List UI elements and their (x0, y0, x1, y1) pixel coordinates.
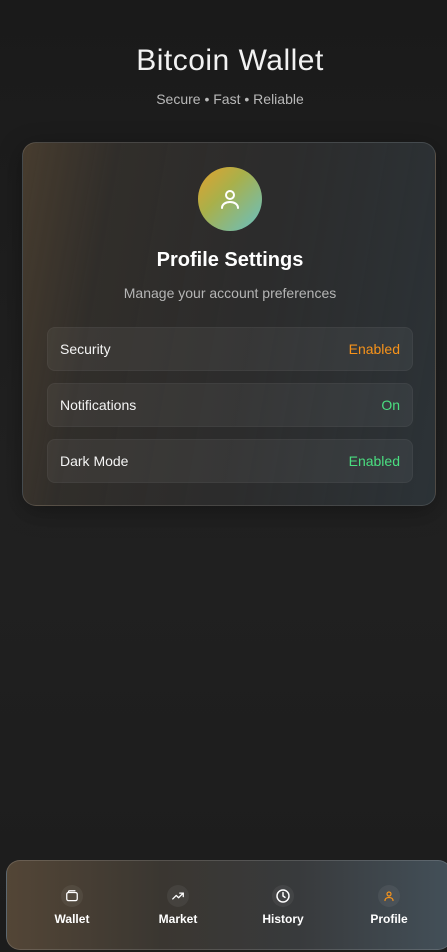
profile-avatar (198, 167, 262, 231)
setting-label: Security (60, 341, 111, 357)
clock-icon (272, 885, 294, 907)
nav-label: Market (158, 912, 198, 926)
bottom-nav: Wallet Market History Profile (6, 860, 447, 950)
wallet-icon (61, 885, 83, 907)
settings-list: Security Enabled Notifications On Dark M… (47, 327, 413, 495)
setting-row-dark-mode[interactable]: Dark Mode Enabled (47, 439, 413, 483)
trending-up-icon (167, 885, 189, 907)
profile-settings-card: Profile Settings Manage your account pre… (22, 142, 436, 506)
app-tagline: Secure • Fast • Reliable (156, 91, 304, 107)
setting-label: Dark Mode (60, 453, 129, 469)
app-title: Bitcoin Wallet (136, 44, 324, 77)
setting-value: On (381, 397, 400, 413)
setting-value: Enabled (348, 341, 400, 357)
card-title: Profile Settings (156, 249, 304, 271)
setting-row-notifications[interactable]: Notifications On (47, 383, 413, 427)
user-icon (378, 885, 400, 907)
nav-item-wallet[interactable]: Wallet (32, 885, 112, 929)
setting-row-security[interactable]: Security Enabled (47, 327, 413, 371)
nav-label: History (262, 912, 304, 926)
card-subtitle: Manage your account preferences (123, 285, 337, 301)
setting-label: Notifications (60, 397, 137, 413)
nav-item-market[interactable]: Market (138, 885, 218, 929)
nav-item-history[interactable]: History (243, 885, 323, 929)
nav-label: Profile (370, 912, 408, 926)
nav-label: Wallet (54, 912, 90, 926)
nav-item-profile[interactable]: Profile (349, 885, 429, 929)
user-icon (221, 190, 239, 209)
setting-value: Enabled (348, 453, 400, 469)
